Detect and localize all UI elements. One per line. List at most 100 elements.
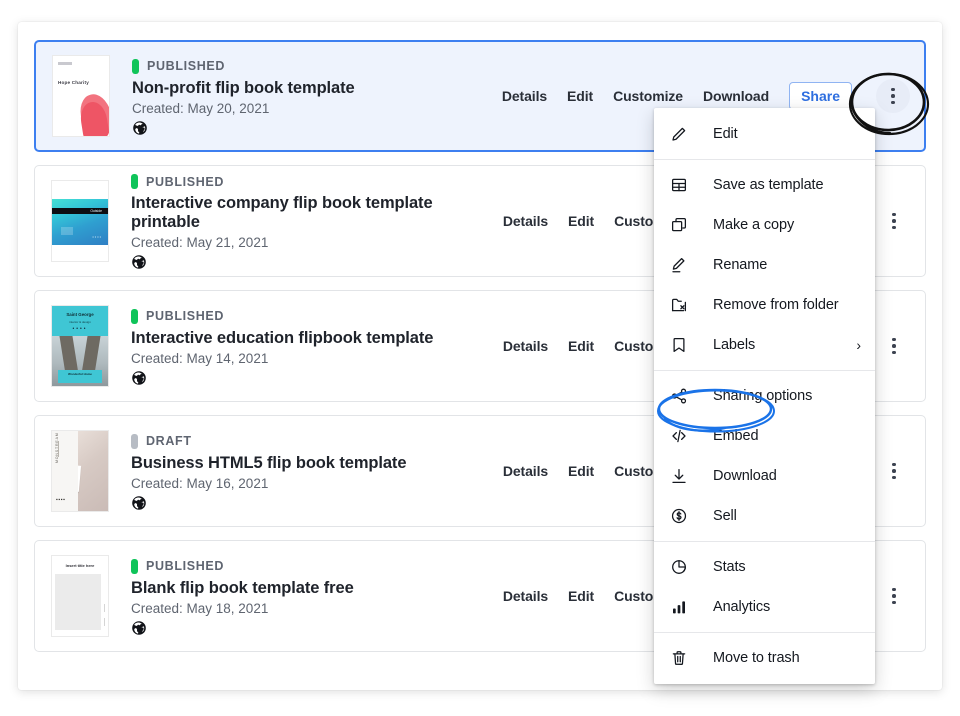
document-title[interactable]: Interactive education flipbook template: [131, 329, 503, 348]
document-thumbnail[interactable]: Saint George interior & design •••• Wond…: [51, 305, 109, 387]
document-title[interactable]: Business HTML5 flip book template: [131, 454, 503, 473]
document-meta: DRAFT Business HTML5 flip book template …: [131, 432, 503, 511]
menu-item-download[interactable]: Download: [654, 456, 875, 496]
status-indicator: [131, 434, 138, 449]
menu-item-label: Embed: [713, 428, 758, 444]
menu-item-rename[interactable]: Rename: [654, 245, 875, 285]
menu-separator: [654, 370, 875, 371]
folder-remove-icon: [670, 296, 692, 314]
document-created-date: Created: May 16, 2021: [131, 476, 503, 491]
document-title[interactable]: Interactive company flip book template p…: [131, 194, 503, 232]
document-meta: PUBLISHED Blank flip book template free …: [131, 557, 503, 636]
menu-item-save-as-template[interactable]: Save as template: [654, 165, 875, 205]
menu-item-labels[interactable]: Labels›: [654, 325, 875, 365]
more-options-button[interactable]: [877, 579, 911, 613]
document-meta: PUBLISHED Interactive company flip book …: [131, 172, 503, 270]
copy-icon: [670, 216, 692, 234]
document-title[interactable]: Blank flip book template free: [131, 579, 503, 598]
action-details-button[interactable]: Details: [503, 588, 548, 604]
document-thumbnail[interactable]: Insert title here: [51, 555, 109, 637]
document-meta: PUBLISHED Interactive education flipbook…: [131, 307, 503, 386]
rename-pencil-icon: [670, 256, 692, 274]
menu-item-label: Remove from folder: [713, 297, 839, 313]
kebab-dot: [892, 476, 896, 480]
more-options-button[interactable]: [877, 454, 911, 488]
action-edit-button[interactable]: Edit: [568, 588, 594, 604]
document-thumbnail[interactable]: Outside ••••: [51, 180, 109, 262]
document-thumbnail[interactable]: MONSTREAM ▪▪▪▪: [51, 430, 109, 512]
status-label: PUBLISHED: [147, 59, 225, 73]
kebab-dot: [891, 101, 895, 105]
menu-item-move-to-trash[interactable]: Move to trash: [654, 638, 875, 678]
bar-chart-icon: [670, 598, 692, 616]
menu-item-remove-from-folder[interactable]: Remove from folder: [654, 285, 875, 325]
menu-item-edit[interactable]: Edit: [654, 114, 875, 154]
action-details-button[interactable]: Details: [503, 213, 548, 229]
document-title[interactable]: Non-profit flip book template: [132, 79, 502, 98]
document-thumbnail[interactable]: Hope Charity: [52, 55, 110, 137]
menu-item-label: Stats: [713, 559, 746, 575]
menu-item-label: Edit: [713, 126, 738, 142]
document-created-date: Created: May 21, 2021: [131, 235, 503, 250]
table-icon: [670, 176, 692, 194]
document-meta: PUBLISHED Non-profit flip book template …: [132, 57, 502, 136]
status-badge: PUBLISHED: [131, 174, 503, 189]
download-icon: [670, 467, 692, 485]
kebab-dot: [892, 213, 896, 217]
kebab-dot: [891, 88, 895, 92]
share-nodes-icon: [670, 387, 692, 405]
kebab-dot: [892, 594, 896, 598]
status-indicator: [132, 59, 139, 74]
globe-icon: [131, 370, 503, 386]
kebab-dot: [892, 469, 896, 473]
kebab-dot: [892, 344, 896, 348]
globe-icon: [131, 254, 503, 270]
kebab-dot: [892, 601, 896, 605]
action-details-button[interactable]: Details: [503, 338, 548, 354]
menu-item-label: Make a copy: [713, 217, 794, 233]
menu-item-sell[interactable]: Sell: [654, 496, 875, 536]
menu-item-stats[interactable]: Stats: [654, 547, 875, 587]
action-details-button[interactable]: Details: [503, 463, 548, 479]
status-badge: DRAFT: [131, 434, 503, 449]
status-label: PUBLISHED: [146, 559, 224, 573]
document-created-date: Created: May 20, 2021: [132, 101, 502, 116]
menu-separator: [654, 632, 875, 633]
menu-item-label: Analytics: [713, 599, 770, 615]
status-badge: PUBLISHED: [132, 59, 502, 74]
more-options-button[interactable]: [876, 79, 910, 113]
kebab-dot: [892, 588, 896, 592]
action-edit-button[interactable]: Edit: [567, 88, 593, 104]
globe-icon: [132, 120, 502, 136]
action-edit-button[interactable]: Edit: [568, 213, 594, 229]
menu-item-embed[interactable]: Embed: [654, 416, 875, 456]
action-customize-button[interactable]: Customize: [613, 88, 683, 104]
menu-item-label: Sell: [713, 508, 737, 524]
action-edit-button[interactable]: Edit: [568, 463, 594, 479]
context-menu[interactable]: Edit Save as template Make a copy Rename Rem…: [654, 108, 875, 684]
action-details-button[interactable]: Details: [502, 88, 547, 104]
more-options-button[interactable]: [877, 329, 911, 363]
code-icon: [670, 427, 692, 445]
pencil-icon: [670, 125, 692, 143]
menu-item-label: Rename: [713, 257, 767, 273]
pie-chart-icon: [670, 558, 692, 576]
action-download-button[interactable]: Download: [703, 88, 769, 104]
menu-item-label: Save as template: [713, 177, 823, 193]
menu-item-sharing-options[interactable]: Sharing options: [654, 376, 875, 416]
chevron-right-icon: ›: [856, 338, 861, 352]
kebab-dot: [892, 219, 896, 223]
action-edit-button[interactable]: Edit: [568, 338, 594, 354]
status-indicator: [131, 174, 138, 189]
dollar-circle-icon: [670, 507, 692, 525]
menu-item-label: Download: [713, 468, 777, 484]
kebab-dot: [892, 226, 896, 230]
more-options-button[interactable]: [877, 204, 911, 238]
menu-item-make-a-copy[interactable]: Make a copy: [654, 205, 875, 245]
menu-item-analytics[interactable]: Analytics: [654, 587, 875, 627]
share-button[interactable]: Share: [789, 82, 852, 110]
status-label: PUBLISHED: [146, 309, 224, 323]
document-created-date: Created: May 18, 2021: [131, 601, 503, 616]
bookmark-icon: [670, 336, 692, 354]
kebab-dot: [892, 351, 896, 355]
